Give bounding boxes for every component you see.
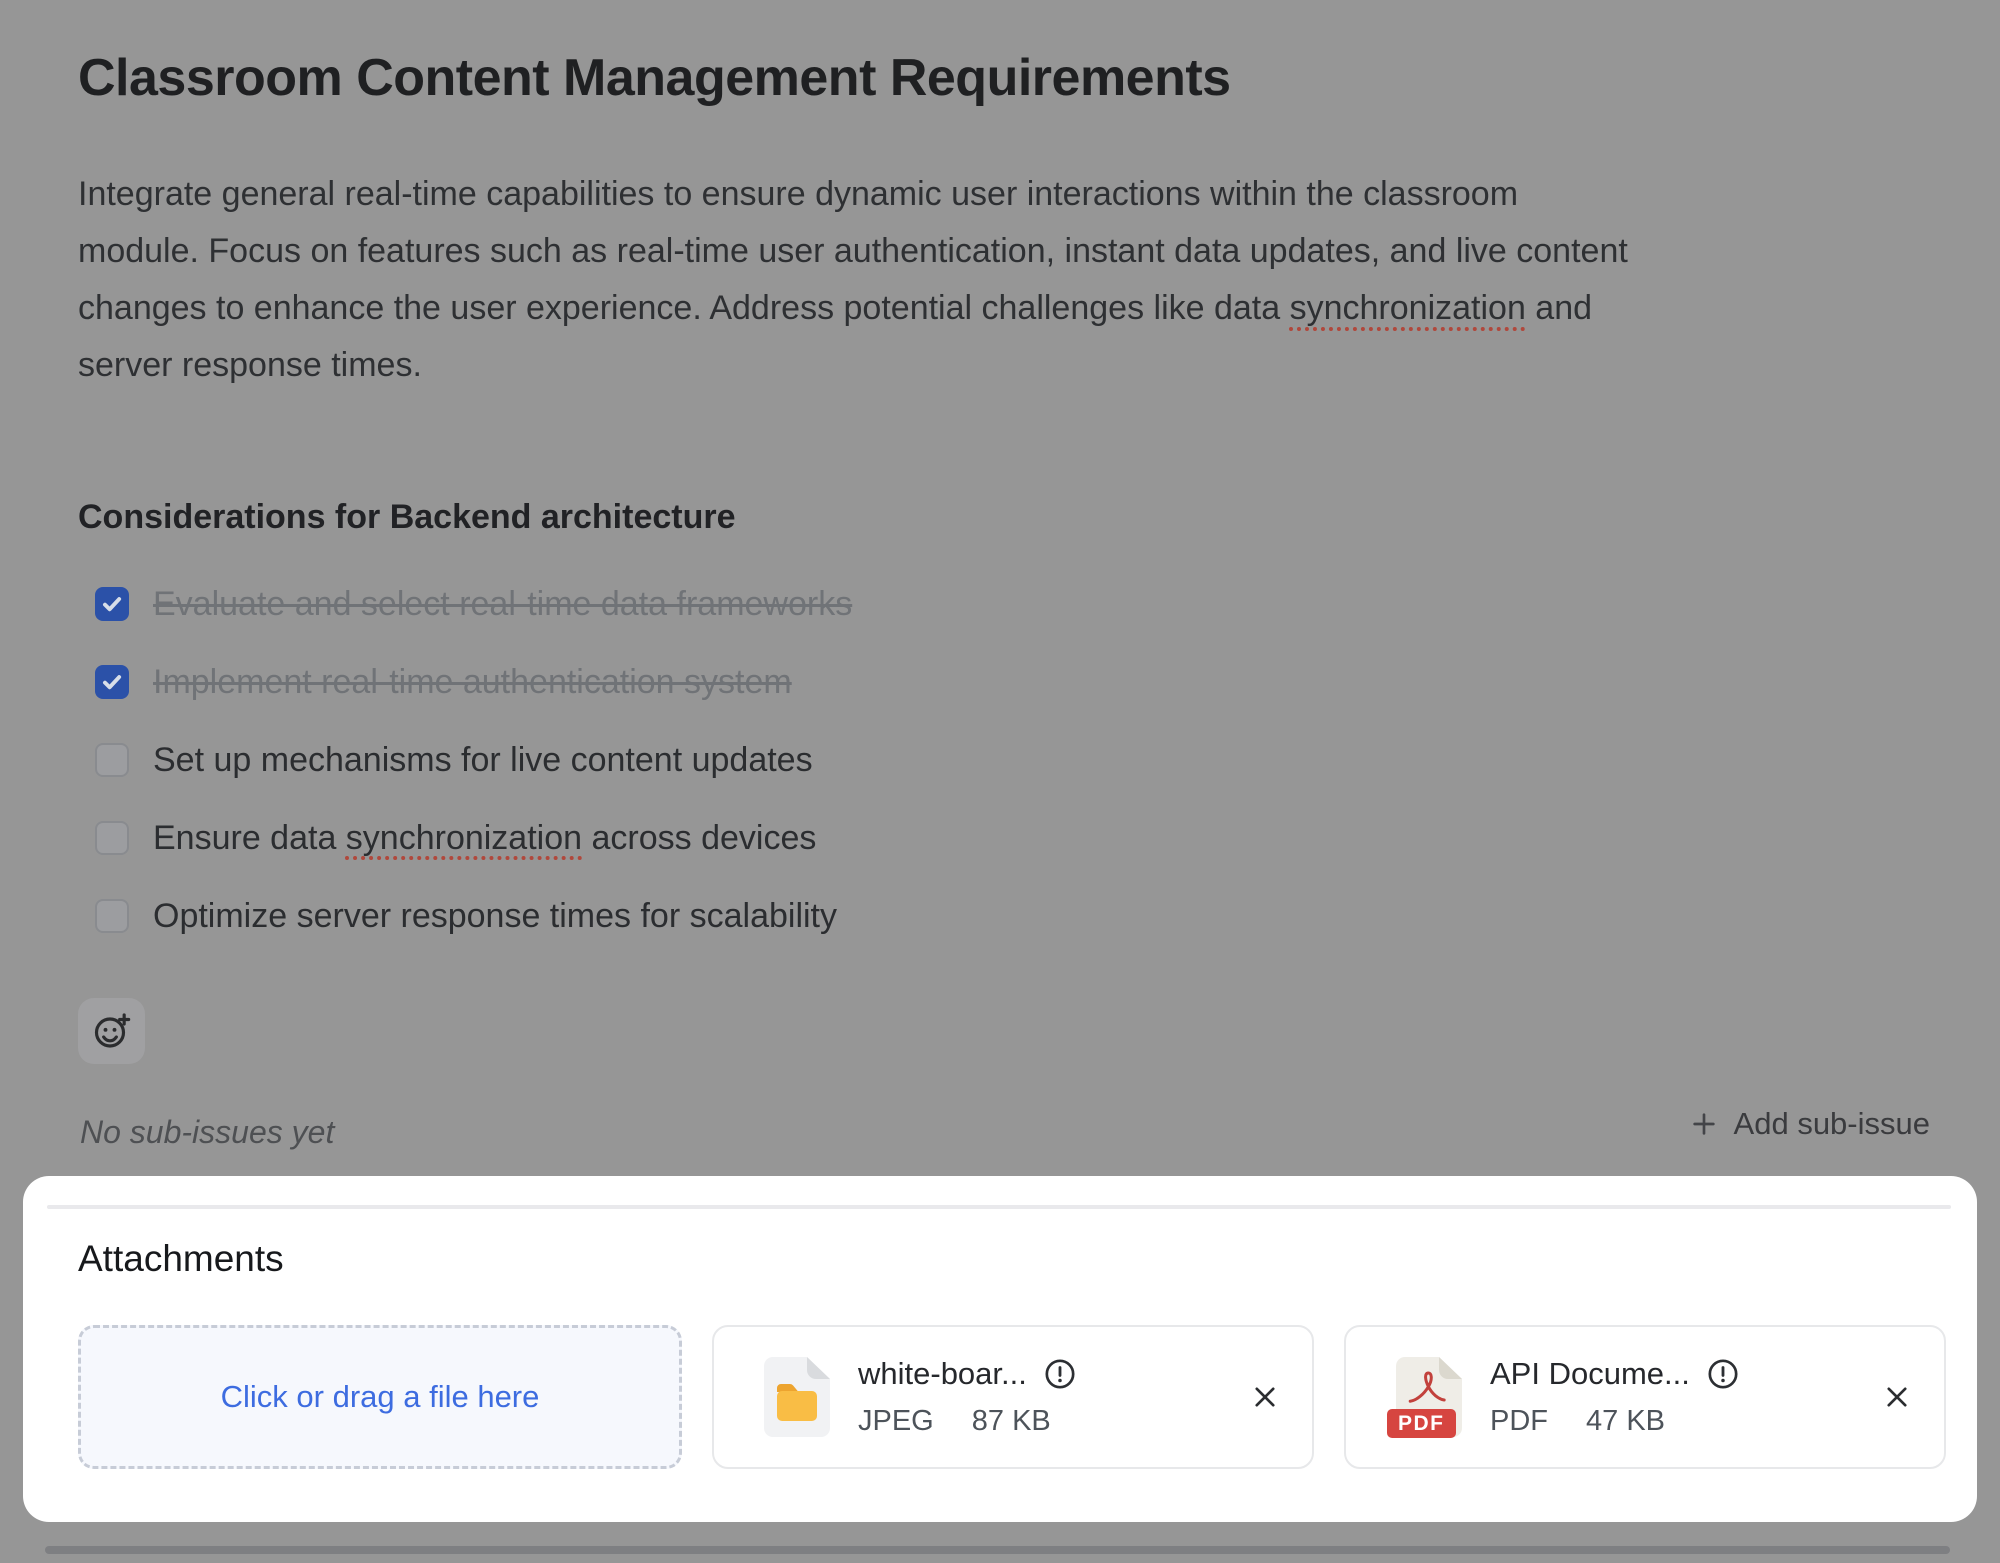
todo-checkbox[interactable] [95,587,129,621]
add-sub-issue-button[interactable]: Add sub-issue [1688,1106,1930,1142]
description-line: changes to enhance the user experience. … [78,280,1628,337]
todo-label: Optimize server response times for scala… [153,897,837,936]
file-name: API Docume... [1490,1356,1690,1392]
todo-checkbox[interactable] [95,743,129,777]
add-sub-issue-label: Add sub-issue [1734,1106,1930,1142]
todo-item[interactable]: Optimize server response times for scala… [95,877,852,955]
file-info: white-boar... JPEG 87 KB [858,1356,1077,1438]
remove-attachment-button[interactable] [1242,1374,1288,1420]
misspelled-word: synchronization [1290,289,1526,327]
remove-attachment-button[interactable] [1874,1374,1920,1420]
x-icon [1248,1380,1282,1414]
issue-description: Integrate general real-time capabilities… [78,166,1628,394]
todo-item[interactable]: Ensure data synchronization across devic… [95,799,852,877]
file-info: API Docume... PDF 47 KB [1490,1356,1740,1438]
file-folder-icon [764,1357,830,1437]
attachments-row: Click or drag a file here white-boar... [78,1325,1946,1469]
attachments-divider [47,1205,1951,1209]
file-format: JPEG [858,1405,934,1438]
issue-title: Classroom Content Management Requirement… [78,48,1231,108]
todo-checkbox[interactable] [95,665,129,699]
file-size: 47 KB [1586,1405,1665,1438]
todo-checkbox[interactable] [95,899,129,933]
file-size: 87 KB [972,1405,1051,1438]
description-line: module. Focus on features such as real-t… [78,223,1628,280]
file-pdf-icon: PDF [1396,1357,1462,1437]
bottom-divider-bar [45,1546,1950,1554]
file-format: PDF [1490,1405,1548,1438]
file-upload-dropzone[interactable]: Click or drag a file here [78,1325,682,1469]
todo-label: Ensure data synchronization across devic… [153,819,816,858]
todo-item[interactable]: Implement real-time authentication syste… [95,643,852,721]
attachment-card[interactable]: PDF API Docume... PDF 47 KB [1344,1325,1946,1469]
no-sub-issues-text: No sub-issues yet [80,1114,334,1151]
todo-checkbox[interactable] [95,821,129,855]
checklist: Evaluate and select real-time data frame… [95,565,852,955]
todo-label: Evaluate and select real-time data frame… [153,585,852,624]
attachments-heading: Attachments [78,1238,284,1280]
add-reaction-button[interactable] [78,998,145,1064]
description-line: server response times. [78,337,1628,394]
todo-item[interactable]: Evaluate and select real-time data frame… [95,565,852,643]
pdf-badge: PDF [1387,1409,1456,1438]
todo-label: Set up mechanisms for live content updat… [153,741,813,780]
issue-detail-screen: Classroom Content Management Requirement… [0,0,2000,1563]
attachment-card[interactable]: white-boar... JPEG 87 KB [712,1325,1314,1469]
misspelled-word: synchronization [346,819,582,857]
upload-instruction: Click or drag a file here [221,1379,540,1415]
x-icon [1880,1380,1914,1414]
todo-item[interactable]: Set up mechanisms for live content updat… [95,721,852,799]
checklist-heading: Considerations for Backend architecture [78,498,736,537]
alert-circle-icon [1706,1357,1740,1391]
smiley-plus-icon [92,1011,132,1051]
attachments-panel: Attachments Click or drag a file here w [23,1176,1977,1522]
file-name: white-boar... [858,1356,1027,1392]
alert-circle-icon [1043,1357,1077,1391]
description-line: Integrate general real-time capabilities… [78,166,1628,223]
checkmark-icon [99,591,125,617]
plus-icon [1688,1108,1720,1140]
todo-label: Implement real-time authentication syste… [153,663,792,702]
checkmark-icon [99,669,125,695]
